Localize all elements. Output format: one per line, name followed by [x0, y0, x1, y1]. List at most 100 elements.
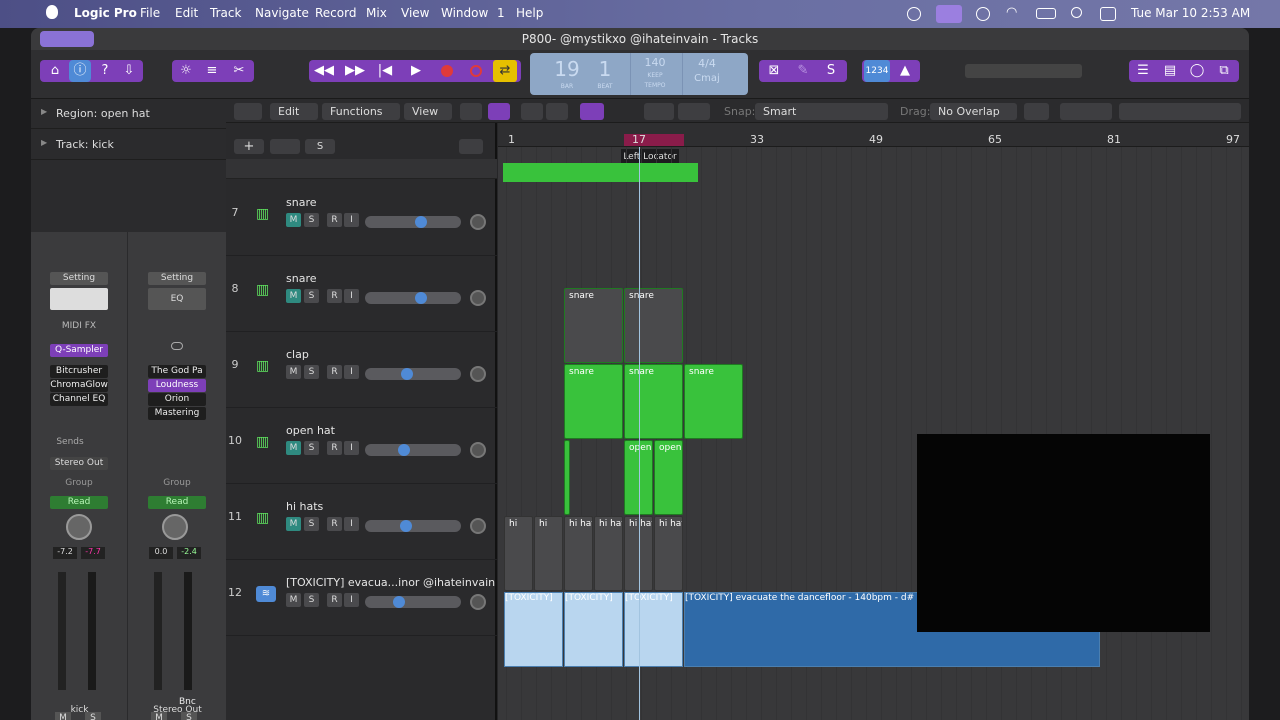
- library-icon[interactable]: ⌂: [44, 60, 66, 82]
- group-slot[interactable]: Group: [148, 477, 206, 490]
- solo-button[interactable]: S: [304, 365, 319, 379]
- scissors-tool-icon[interactable]: [580, 103, 604, 120]
- menu-record[interactable]: Record: [315, 6, 356, 20]
- midi-region-muted[interactable]: hi: [534, 516, 563, 591]
- editors-icon[interactable]: ✂: [227, 60, 251, 82]
- pan-knob[interactable]: [470, 366, 486, 382]
- track-row[interactable]: 7 ▥ snare M S R I: [226, 180, 497, 256]
- volume-slider[interactable]: [365, 368, 461, 380]
- volume-slider[interactable]: [365, 444, 461, 456]
- solo-button[interactable]: S: [304, 517, 319, 531]
- midi-region[interactable]: [564, 440, 570, 515]
- region-inspector[interactable]: ▶ Region: open hat: [31, 99, 226, 129]
- rewind-icon[interactable]: ◀◀: [311, 60, 337, 82]
- solo-button[interactable]: S: [304, 289, 319, 303]
- go-to-beginning-icon[interactable]: |◀: [372, 60, 398, 82]
- kick-regions[interactable]: [503, 163, 698, 182]
- input-monitor-button[interactable]: I: [344, 289, 359, 303]
- midi-region[interactable]: open: [654, 440, 683, 515]
- global-solo-button[interactable]: S: [305, 139, 335, 154]
- edit-menu[interactable]: Edit: [270, 103, 318, 120]
- play-circle-icon[interactable]: [976, 7, 990, 21]
- plugin-slot-2[interactable]: Loudness: [148, 379, 206, 392]
- functions-menu[interactable]: Functions: [322, 103, 400, 120]
- apple-icon[interactable]: [46, 5, 58, 19]
- replace-icon[interactable]: [470, 65, 482, 77]
- plugin-slot-3[interactable]: Channel EQ: [50, 393, 108, 406]
- record-enable-button[interactable]: R: [327, 517, 342, 531]
- wifi-icon[interactable]: ◠: [1006, 5, 1020, 20]
- catch-button[interactable]: [234, 103, 262, 120]
- volume-slider[interactable]: [365, 216, 461, 228]
- inspector-icon[interactable]: ⓘ: [69, 60, 91, 82]
- pan-knob[interactable]: [66, 514, 92, 540]
- group-slot[interactable]: Group: [50, 477, 108, 490]
- instrument-slot[interactable]: Q-Sampler: [50, 344, 108, 357]
- smart-controls-icon[interactable]: ☼: [174, 60, 198, 82]
- track-row[interactable]: 10 ▥ open hat M S R I: [226, 408, 497, 484]
- record-enable-button[interactable]: R: [327, 365, 342, 379]
- toolbar-icon[interactable]: ⇩: [118, 60, 140, 82]
- metronome-icon[interactable]: ▲: [892, 60, 918, 82]
- pan-knob[interactable]: [470, 518, 486, 534]
- volume-slider[interactable]: [365, 520, 461, 532]
- eq-thumbnail[interactable]: [50, 288, 108, 310]
- input-monitor-button[interactable]: I: [344, 517, 359, 531]
- plugin-slot-1[interactable]: Bitcrusher: [50, 365, 108, 378]
- track-row[interactable]: 11 ▥ hi hats M S R I: [226, 484, 497, 560]
- setting-button[interactable]: Setting: [148, 272, 206, 285]
- global-tracks-icon[interactable]: [459, 139, 483, 154]
- midi-region-muted[interactable]: hi: [504, 516, 533, 591]
- menu-app[interactable]: Logic Pro: [74, 6, 137, 20]
- midi-region[interactable]: snare: [564, 364, 623, 439]
- pan-knob[interactable]: [162, 514, 188, 540]
- setting-button[interactable]: Setting: [50, 272, 108, 285]
- track-inspector[interactable]: ▶ Track: kick: [31, 130, 226, 160]
- input-monitor-button[interactable]: I: [344, 441, 359, 455]
- vertical-zoom-icons[interactable]: [1060, 103, 1112, 120]
- midi-region-muted[interactable]: hi hat: [564, 516, 593, 591]
- record-enable-button[interactable]: R: [327, 441, 342, 455]
- cycle-icon[interactable]: ⇄: [493, 60, 517, 82]
- menu-help[interactable]: Help: [516, 6, 543, 20]
- lcd-display[interactable]: 19 1 BAR BEAT 140 KEEP TEMPO 4/4 Cmaj: [530, 53, 748, 95]
- loop-browser-icon[interactable]: ◯: [1185, 60, 1209, 82]
- control-center-icon[interactable]: [1100, 7, 1116, 21]
- grid-view-icon[interactable]: [460, 103, 482, 120]
- audio-region[interactable]: [TOXICITY]: [624, 592, 683, 667]
- track-name[interactable]: hi hats: [286, 500, 323, 513]
- midi-region[interactable]: snare: [684, 364, 743, 439]
- menu-track[interactable]: Track: [210, 6, 241, 20]
- solo-mode-icon[interactable]: S: [818, 60, 844, 82]
- midi-region[interactable]: snare: [564, 288, 623, 363]
- zoom-sliders[interactable]: [1119, 103, 1241, 120]
- snap-menu[interactable]: Smart: [755, 103, 888, 120]
- pointer-tool-icon[interactable]: [644, 103, 674, 120]
- drag-menu[interactable]: No Overlap: [930, 103, 1017, 120]
- plugin-slot-3[interactable]: Orion: [148, 393, 206, 406]
- record-enable-button[interactable]: R: [327, 289, 342, 303]
- plugin-slot-2[interactable]: ChromaGlow: [50, 379, 108, 392]
- track-name[interactable]: clap: [286, 348, 309, 361]
- flex-icon[interactable]: [546, 103, 568, 120]
- eq-button[interactable]: EQ: [148, 288, 206, 310]
- track-name[interactable]: snare: [286, 272, 317, 285]
- pencil-icon[interactable]: ✎: [790, 60, 816, 82]
- help-icon[interactable]: ?: [94, 60, 116, 82]
- volume-slider[interactable]: [365, 596, 461, 608]
- search-icon[interactable]: [1071, 7, 1082, 18]
- plugin-slot-1[interactable]: The God Pa: [148, 365, 206, 378]
- mute-button[interactable]: M: [286, 517, 301, 531]
- volume-fader[interactable]: [58, 572, 66, 690]
- midi-region[interactable]: snare: [624, 288, 683, 363]
- view-menu[interactable]: View: [404, 103, 452, 120]
- automation-read[interactable]: Read: [50, 496, 108, 509]
- solo-button[interactable]: S: [304, 213, 319, 227]
- screen-share-icon[interactable]: [936, 5, 962, 23]
- menu-mix[interactable]: Mix: [366, 6, 387, 20]
- count-in-button[interactable]: 1234: [864, 60, 890, 82]
- audio-region[interactable]: [TOXICITY]: [564, 592, 623, 667]
- menu-view[interactable]: View: [401, 6, 429, 20]
- track-name[interactable]: open hat: [286, 424, 335, 437]
- mixer-icon[interactable]: ≡: [200, 60, 224, 82]
